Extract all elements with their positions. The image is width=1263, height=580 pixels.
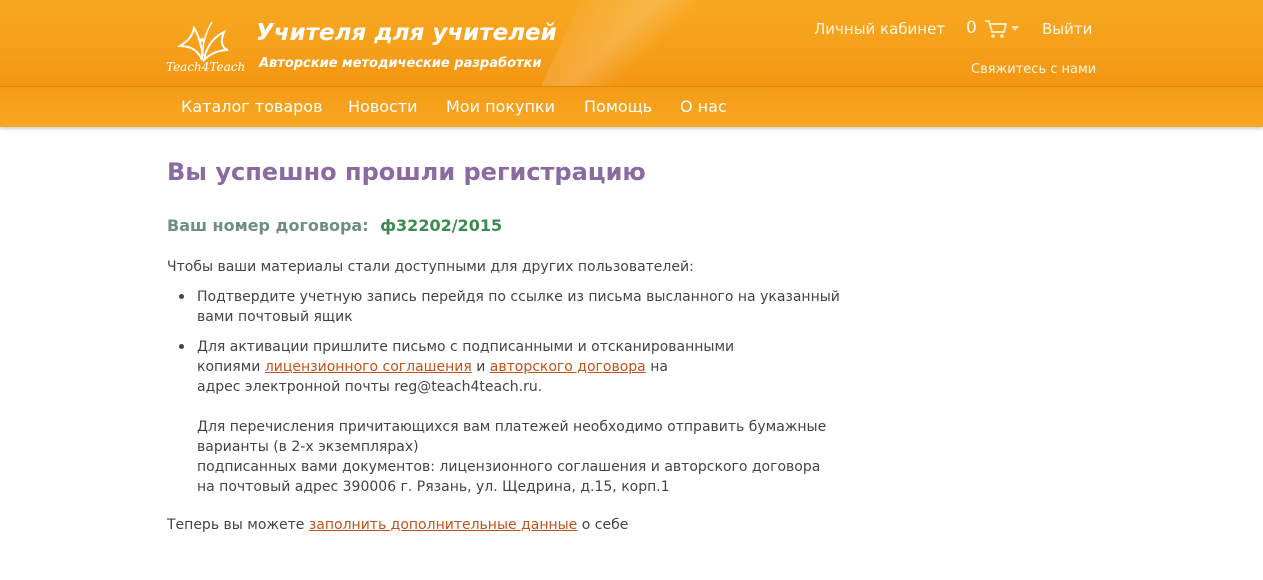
fill-additional-data-link[interactable]: заполнить дополнительные данные <box>309 517 577 533</box>
nav-item-news[interactable]: Новости <box>348 97 418 116</box>
contact-link[interactable]: Свяжитесь с нами <box>971 62 1096 77</box>
author-contract-link[interactable]: авторского договора <box>490 359 646 375</box>
site-header: Teach4Teach Учителя для учителей Авторск… <box>0 0 1263 86</box>
site-title[interactable]: Учителя для учителей <box>256 20 557 46</box>
page-title: Вы успешно прошли регистрацию <box>167 158 646 186</box>
nav-item-help[interactable]: Помощь <box>584 97 652 116</box>
bullet2-line1: Для активации пришлите письмо с подписан… <box>197 339 735 355</box>
bullet2-and: и <box>476 359 486 375</box>
header-shine-decoration <box>529 0 711 86</box>
nav-item-about[interactable]: О нас <box>680 97 727 116</box>
cart-icon[interactable] <box>984 19 1008 39</box>
bullet2-line2: копиями лицензионного соглашения и автор… <box>197 357 826 377</box>
additional-data-row: Теперь вы можете заполнить дополнительны… <box>167 517 628 533</box>
bullet2-line3: адрес электронной почты reg@teach4teach.… <box>197 379 543 395</box>
nav-item-catalog[interactable]: Каталог товаров <box>181 97 323 116</box>
contract-number-row: Ваш номер договора: ф32202/2015 <box>167 216 502 235</box>
contract-number: ф32202/2015 <box>380 216 503 235</box>
bullet2-line7: на почтовый адрес 390006 г. Рязань, ул. … <box>197 479 670 495</box>
bullet-dot <box>179 294 184 299</box>
bullet-dot <box>179 344 184 349</box>
logout-link[interactable]: Выйти <box>1042 20 1092 38</box>
nav-item-purchases[interactable]: Мои покупки <box>446 97 555 116</box>
footer-suffix: о себе <box>581 517 629 533</box>
bullet2-line2-prefix: копиями <box>197 359 261 375</box>
contract-label: Ваш номер договора: <box>167 216 369 235</box>
footer-prefix: Теперь вы можете <box>167 517 305 533</box>
bullet2-line2-suffix: на <box>650 359 668 375</box>
bullet2-line5: варианты (в 2-х экземплярах) <box>197 439 419 455</box>
bullet2-line6: подписанных вами документов: лицензионно… <box>197 459 821 475</box>
caret-down-icon[interactable] <box>1011 26 1019 31</box>
intro-text: Чтобы ваши материалы стали доступными дл… <box>167 259 694 275</box>
logo-text: Teach4Teach <box>166 60 246 74</box>
butterfly-logo-icon <box>176 21 229 62</box>
site-logo[interactable]: Teach4Teach <box>166 16 246 74</box>
list-item-activation: Для активации пришлите письмо с подписан… <box>197 337 826 497</box>
bullet2-line4: Для перечисления причитающихся вам плате… <box>197 419 827 435</box>
list-item-confirm: Подтвердите учетную запись перейдя по сс… <box>197 287 840 327</box>
site-subtitle: Авторские методические разработки <box>259 56 542 71</box>
cart-count[interactable]: 0 <box>966 18 977 38</box>
license-agreement-link[interactable]: лицензионного соглашения <box>265 359 472 375</box>
account-link[interactable]: Личный кабинет <box>814 20 945 38</box>
bullet1-line1: Подтвердите учетную запись перейдя по сс… <box>197 289 840 305</box>
main-nav: Каталог товаров Новости Мои покупки Помо… <box>0 86 1263 127</box>
bullet1-line2: вами почтовый ящик <box>197 309 353 325</box>
